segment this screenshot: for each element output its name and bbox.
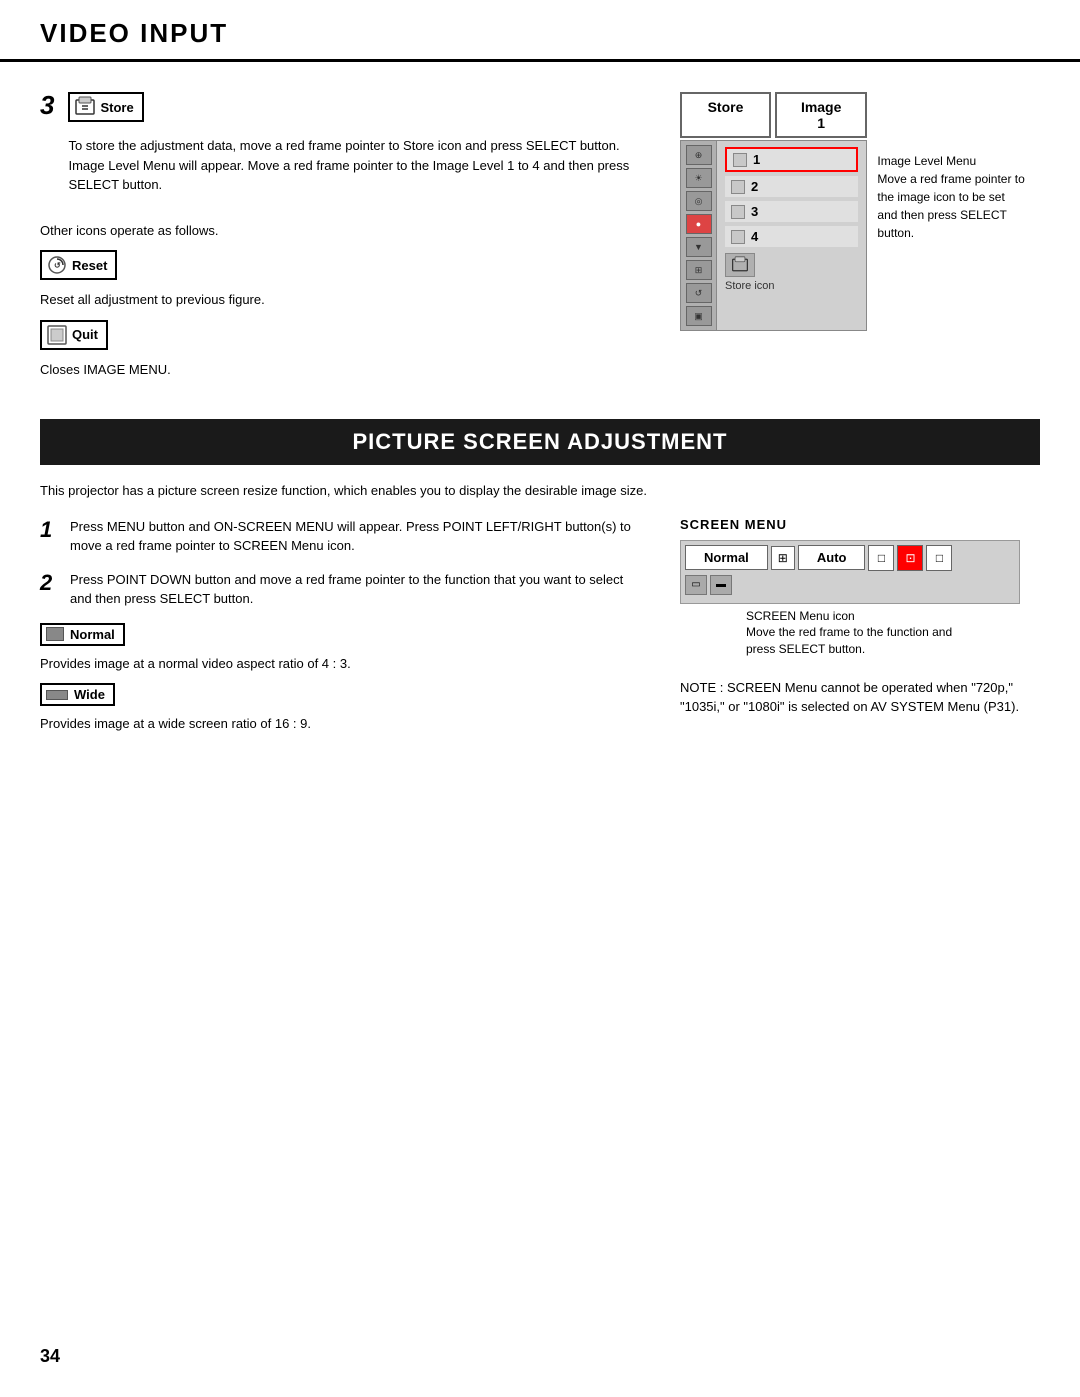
page-title: VIDEO INPUT bbox=[40, 18, 1040, 49]
image-option-3: 3 bbox=[725, 201, 858, 222]
wide-icon bbox=[46, 690, 68, 700]
wide-description: Provides image at a wide screen ratio of… bbox=[40, 714, 640, 734]
psa-section: PICTURE SCREEN ADJUSTMENT This projector… bbox=[40, 419, 1040, 744]
store-bottom-icon bbox=[725, 253, 755, 277]
sidebar-icon-4-selected: ● bbox=[686, 214, 712, 234]
psa-right-col: SCREEN MENU Normal ⊞ Auto □ ⊡ □ bbox=[680, 517, 1040, 744]
screen-menu-row2: ▭ ▬ bbox=[685, 575, 1015, 595]
sm-expand-icon: ⊞ bbox=[771, 546, 795, 570]
store-icon bbox=[74, 96, 96, 118]
image-level-diagram-col: Store Image 1 ⊕ ☀ ◎ ● ▼ ⊞ bbox=[680, 92, 1040, 389]
store-left-col: 3 bbox=[40, 92, 640, 389]
psa-step-1-text: Press MENU button and ON-SCREEN MENU wil… bbox=[70, 517, 640, 556]
screen-menu-icon-label: SCREEN Menu icon bbox=[746, 609, 855, 623]
sm-side-icon-wide: ▬ bbox=[710, 575, 732, 595]
option-checkbox-1 bbox=[733, 153, 747, 167]
screen-menu-annotation-row: SCREEN Menu icon Move the red frame to t… bbox=[680, 608, 1040, 658]
sidebar-icon-8: ▣ bbox=[686, 306, 712, 326]
screen-menu-section: SCREEN MENU Normal ⊞ Auto □ ⊡ □ bbox=[680, 517, 1040, 717]
image-level-diagram: Store Image 1 ⊕ ☀ ◎ ● ▼ ⊞ bbox=[680, 92, 867, 331]
reset-row: ↺ Reset Reset all adjustment to previous… bbox=[40, 250, 640, 310]
step-3-number: 3 bbox=[40, 92, 54, 118]
sidebar-icon-5: ▼ bbox=[686, 237, 712, 257]
psa-step-1-number: 1 bbox=[40, 517, 58, 543]
sidebar-icon-3: ◎ bbox=[686, 191, 712, 211]
psa-step-2: 2 Press POINT DOWN button and move a red… bbox=[40, 570, 640, 609]
sm-normal-cell: Normal bbox=[685, 545, 768, 570]
page-number: 34 bbox=[40, 1346, 60, 1367]
step-3-row: 3 bbox=[40, 92, 640, 205]
store-text: To store the adjustment data, move a red… bbox=[68, 136, 640, 195]
sm-icon-btn-3: □ bbox=[926, 545, 952, 571]
screen-menu-row1: Normal ⊞ Auto □ ⊡ □ bbox=[685, 545, 1015, 571]
option-checkbox-3 bbox=[731, 205, 745, 219]
store-icon-bottom-label: Store icon bbox=[725, 280, 858, 292]
wide-label: Wide bbox=[40, 683, 115, 706]
diagram-store-header: Store bbox=[680, 92, 771, 138]
reset-icon: ↺ bbox=[46, 254, 68, 276]
option-checkbox-2 bbox=[731, 180, 745, 194]
image-option-4: 4 bbox=[725, 226, 858, 247]
screen-menu-title: SCREEN MENU bbox=[680, 517, 1040, 532]
normal-label: Normal bbox=[40, 623, 125, 646]
screen-menu-sub-annotation: Move the red frame to the function andpr… bbox=[746, 625, 952, 656]
sm-side-icon-normal: ▭ bbox=[685, 575, 707, 595]
quit-text: Closes IMAGE MENU. bbox=[40, 360, 640, 380]
reset-icon-label: ↺ Reset bbox=[40, 250, 117, 280]
sm-icon-btn-2-selected: ⊡ bbox=[897, 545, 923, 571]
quit-row: Quit Closes IMAGE MENU. bbox=[40, 320, 640, 380]
wide-section: Wide Provides image at a wide screen rat… bbox=[40, 683, 640, 734]
psa-step-2-number: 2 bbox=[40, 570, 58, 596]
diagram-image-header: Image 1 bbox=[775, 92, 867, 138]
other-icons-label: Other icons operate as follows. bbox=[40, 221, 640, 241]
svg-text:↺: ↺ bbox=[54, 261, 61, 270]
other-icons: Other icons operate as follows. ↺ Reset bbox=[40, 221, 640, 380]
wide-label-text: Wide bbox=[74, 687, 105, 702]
sidebar-icon-6: ⊞ bbox=[686, 260, 712, 280]
image-option-2: 2 bbox=[725, 176, 858, 197]
reset-text: Reset all adjustment to previous figure. bbox=[40, 290, 640, 310]
note-box: NOTE : SCREEN Menu cannot be operated wh… bbox=[680, 678, 1040, 717]
normal-description: Provides image at a normal video aspect … bbox=[40, 654, 640, 674]
reset-label: Reset bbox=[72, 258, 107, 273]
page-header: VIDEO INPUT bbox=[0, 0, 1080, 62]
psa-step-1: 1 Press MENU button and ON-SCREEN MENU w… bbox=[40, 517, 640, 556]
image-level-annotation: Image Level MenuMove a red frame pointer… bbox=[877, 152, 1040, 242]
quit-label: Quit bbox=[72, 327, 98, 342]
screen-menu-annotation-text: SCREEN Menu icon Move the red frame to t… bbox=[746, 608, 952, 658]
image-option-1: 1 bbox=[725, 147, 858, 172]
sidebar-icon-7: ↺ bbox=[686, 283, 712, 303]
sm-auto-cell: Auto bbox=[798, 545, 866, 570]
screen-menu-diagram: Normal ⊞ Auto □ ⊡ □ ▭ ▬ bbox=[680, 540, 1020, 604]
quit-icon-label: Quit bbox=[40, 320, 108, 350]
normal-section: Normal Provides image at a normal video … bbox=[40, 623, 640, 674]
note-text: NOTE : SCREEN Menu cannot be operated wh… bbox=[680, 678, 1040, 717]
normal-label-text: Normal bbox=[70, 627, 115, 642]
store-label: Store bbox=[100, 100, 133, 115]
psa-left-col: 1 Press MENU button and ON-SCREEN MENU w… bbox=[40, 517, 640, 744]
normal-icon bbox=[46, 627, 64, 641]
sm-icon-btn-1: □ bbox=[868, 545, 894, 571]
psa-step-2-text: Press POINT DOWN button and move a red f… bbox=[70, 570, 640, 609]
sidebar-icon-1: ⊕ bbox=[686, 145, 712, 165]
image-level-annotation-text: Image Level MenuMove a red frame pointer… bbox=[877, 154, 1024, 240]
psa-title: PICTURE SCREEN ADJUSTMENT bbox=[40, 419, 1040, 465]
quit-icon bbox=[46, 324, 68, 346]
sidebar-icon-2: ☀ bbox=[686, 168, 712, 188]
psa-intro: This projector has a picture screen resi… bbox=[40, 481, 1040, 501]
option-checkbox-4 bbox=[731, 230, 745, 244]
store-icon-label: Store bbox=[68, 92, 143, 122]
